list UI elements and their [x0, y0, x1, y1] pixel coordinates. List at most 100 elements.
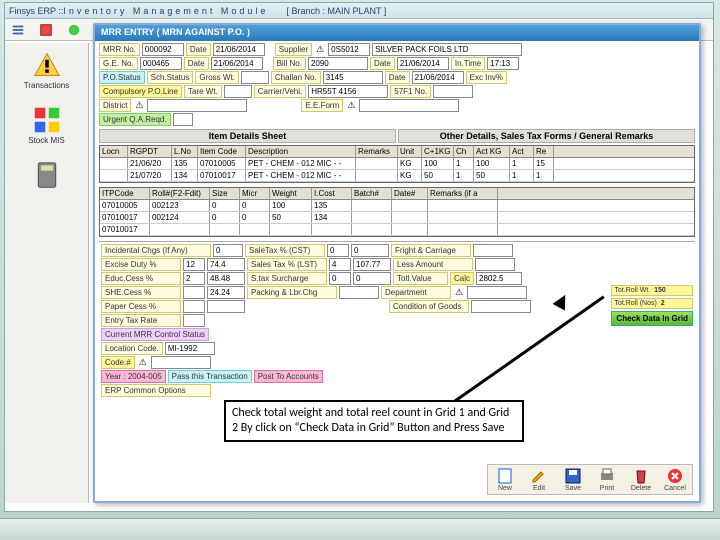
- district-label: District: [99, 99, 131, 112]
- postatus-label: P.O.Status: [99, 71, 145, 84]
- sur-v[interactable]: 0: [329, 272, 351, 285]
- lst-v[interactable]: 4: [329, 258, 351, 271]
- grid-2: ITPCodeRoll#(F2-Fdit)SizeMicrWeightI.Cos…: [99, 187, 695, 237]
- table-row[interactable]: 21/06/2013507010005PET - CHEM - 012 MIC …: [100, 158, 694, 170]
- warning-icon: [33, 51, 61, 79]
- date-label: Date: [186, 43, 211, 56]
- tarewt-field[interactable]: [224, 85, 252, 98]
- new-button[interactable]: New: [490, 467, 520, 492]
- check-data-button[interactable]: Check Data In Grid: [611, 311, 693, 326]
- col-header: I.Cost: [312, 188, 352, 199]
- grosswt-field[interactable]: [241, 71, 269, 84]
- sur-a[interactable]: 0: [353, 272, 391, 285]
- tarewt-label: Tare Wt.: [184, 85, 222, 98]
- tool-icon-2[interactable]: [39, 23, 53, 37]
- mrr-date-field[interactable]: 21/06/2014: [213, 43, 265, 56]
- ge-date-field[interactable]: 21/06/2014: [211, 57, 263, 70]
- mrr-no-field[interactable]: 000092: [142, 43, 184, 56]
- cond-goods-field[interactable]: [471, 300, 531, 313]
- warn-icon: ⚠: [137, 357, 149, 369]
- grid-side-buttons: Tot.Roll Wt. 150 Tot.Roll (Nos) 2 Check …: [611, 285, 693, 326]
- sidebar-item-stock[interactable]: Stock MIS: [5, 98, 88, 153]
- grid-1: LocnRGPDTL.NoItem CodeDescriptionRemarks…: [99, 145, 695, 183]
- totrollwt: Tot.Roll Wt. 150: [611, 285, 693, 296]
- packing-field[interactable]: [339, 286, 379, 299]
- print-button[interactable]: Print: [592, 467, 622, 492]
- col-header: Unit: [398, 146, 422, 157]
- paper-v[interactable]: [183, 300, 205, 313]
- intime-field[interactable]: 17:13: [487, 57, 519, 70]
- tool-icon-3[interactable]: [67, 23, 81, 37]
- code-field[interactable]: [151, 356, 211, 369]
- entry-tax-field[interactable]: [183, 314, 205, 327]
- col-header: Size: [210, 188, 240, 199]
- col-header: Item Code: [198, 146, 246, 157]
- excinv-label: Exc Inv%: [466, 71, 507, 84]
- ctrl-status-label: Current MRR Control Status: [101, 328, 209, 341]
- lst-a[interactable]: 107.77: [353, 258, 391, 271]
- annotation-callout: Check total weight and total reel count …: [224, 400, 524, 442]
- she-v[interactable]: [183, 286, 205, 299]
- district-field[interactable]: [147, 99, 247, 112]
- carrier-field[interactable]: HR55T 4156: [308, 85, 388, 98]
- mrr-form: MRR No. 000092 Date 21/06/2014 Supplier …: [95, 41, 699, 129]
- table-row[interactable]: 07010017: [100, 224, 694, 236]
- col-header: Batch#: [352, 188, 392, 199]
- table-row[interactable]: 21/07/2013407010017PET - CHEM - 012 MIC …: [100, 170, 694, 182]
- pass-trans-button[interactable]: Pass this Transaction: [168, 370, 252, 383]
- tool-icon-1[interactable]: [11, 23, 25, 37]
- eeform-field[interactable]: [359, 99, 459, 112]
- table-row[interactable]: 0701000500212300100135: [100, 200, 694, 212]
- supplier-name-field[interactable]: SILVER PACK FOILS LTD: [372, 43, 522, 56]
- col-header: Micr: [240, 188, 270, 199]
- erp-options-button[interactable]: ERP Common Options: [101, 384, 211, 397]
- she-a[interactable]: 24.24: [207, 286, 245, 299]
- branch-label: [ Branch : MAIN PLANT ]: [286, 6, 386, 16]
- saletax-v[interactable]: 0: [327, 244, 349, 257]
- other-details-tab[interactable]: Other Details, Sales Tax Forms / General…: [398, 129, 695, 143]
- urgent-qa-field[interactable]: [173, 113, 193, 126]
- loc-code-field[interactable]: MI-1992: [165, 342, 215, 355]
- totvalue-field[interactable]: 2802.5: [476, 272, 522, 285]
- fright-field[interactable]: [473, 244, 513, 257]
- supplier-code-field[interactable]: 0S5012: [328, 43, 370, 56]
- paper-label: Paper Cess %: [101, 300, 181, 313]
- col-header: Date#: [392, 188, 428, 199]
- main-titlebar: Finsys ERP :: Inventory Management Modul…: [5, 3, 713, 19]
- post-accounts-button[interactable]: Post To Accounts: [254, 370, 323, 383]
- challan-date-label: Date: [385, 71, 410, 84]
- sidebar-item-3[interactable]: [5, 153, 88, 199]
- delete-button[interactable]: Delete: [626, 467, 656, 492]
- excise-v[interactable]: 12: [183, 258, 205, 271]
- calc-button[interactable]: Calc: [450, 272, 474, 285]
- saletax-a[interactable]: 0: [351, 244, 389, 257]
- dept-field[interactable]: [467, 286, 527, 299]
- fo-field[interactable]: [433, 85, 473, 98]
- edit-button[interactable]: Edit: [524, 467, 554, 492]
- title-prefix: Finsys ERP ::: [9, 6, 63, 16]
- col-header: Ch: [454, 146, 474, 157]
- ge-no-field[interactable]: 000465: [140, 57, 182, 70]
- comp-po-label: Compulsory P.O.Line: [99, 85, 182, 98]
- bill-no-field[interactable]: 2090: [308, 57, 368, 70]
- paper-a[interactable]: [207, 300, 245, 313]
- title-main: Inventory Management Module: [63, 6, 268, 16]
- she-label: SHE.Cess %: [101, 286, 181, 299]
- item-details-header: Item Details Sheet: [99, 129, 396, 143]
- mrr-title: MRR ENTRY ( MRN AGAINST P.O. ): [95, 25, 699, 41]
- challan-date-field[interactable]: 21/06/2014: [412, 71, 464, 84]
- supplier-label: Supplier: [275, 43, 312, 56]
- cancel-button[interactable]: Cancel: [660, 467, 690, 492]
- bill-date-field[interactable]: 21/06/2014: [397, 57, 449, 70]
- table-row[interactable]: 070100170021240050134: [100, 212, 694, 224]
- save-button[interactable]: Save: [558, 467, 588, 492]
- educ-a[interactable]: 48.48: [207, 272, 245, 285]
- excise-a[interactable]: 74.4: [207, 258, 245, 271]
- inc-chgs-field[interactable]: 0: [213, 244, 243, 257]
- less-field[interactable]: [475, 258, 515, 271]
- educ-v[interactable]: 2: [183, 272, 205, 285]
- challan-field[interactable]: 3145: [323, 71, 383, 84]
- col-header: Locn: [100, 146, 128, 157]
- sidebar-item-transactions[interactable]: Transactions: [5, 43, 88, 98]
- calculator-icon: [33, 161, 61, 189]
